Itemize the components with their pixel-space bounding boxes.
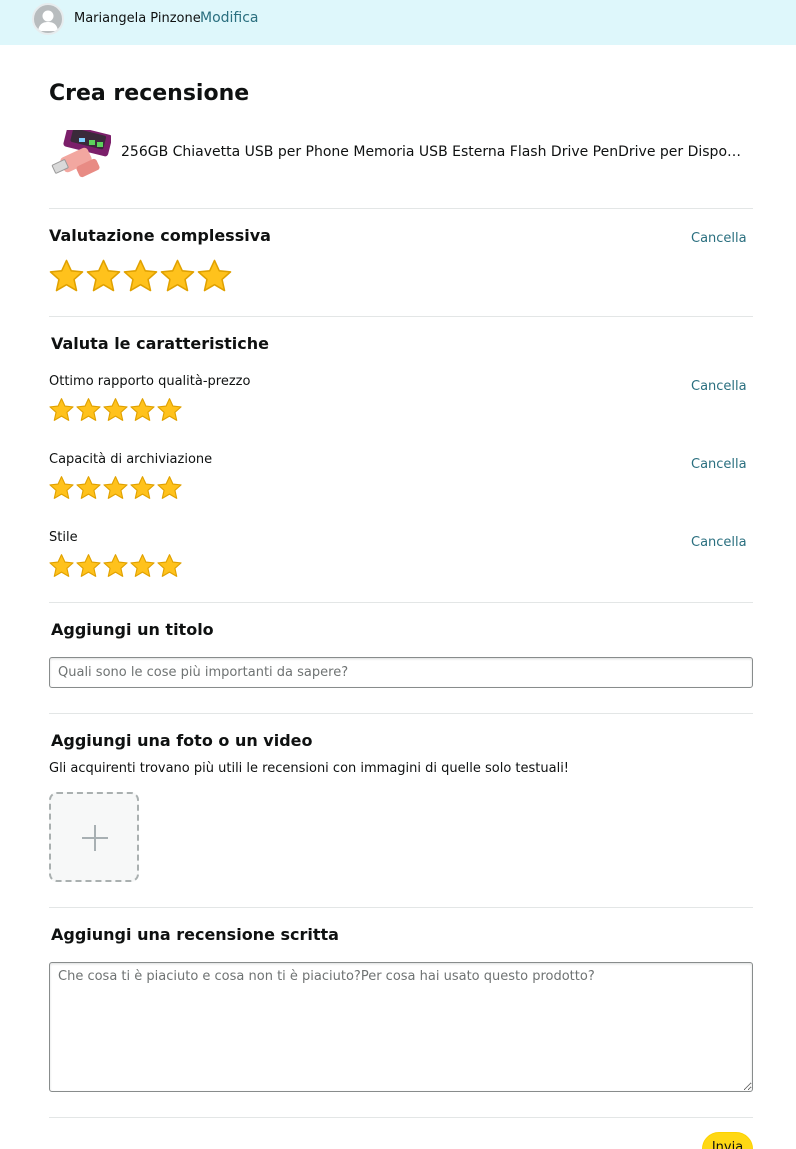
star-icon[interactable] (129, 553, 156, 578)
overall-rating-heading: Valutazione complessiva (49, 226, 271, 245)
star-icon[interactable] (102, 475, 129, 500)
star-icon[interactable] (156, 475, 183, 500)
feature-storage-stars[interactable] (48, 475, 183, 500)
submit-button[interactable]: Invia (702, 1132, 753, 1149)
divider (49, 602, 753, 603)
feature-value-stars[interactable] (48, 397, 183, 422)
star-icon[interactable] (102, 553, 129, 578)
divider (49, 1117, 753, 1118)
overall-rating-stars[interactable] (48, 258, 233, 293)
star-icon[interactable] (196, 258, 233, 293)
feature-style-clear-button[interactable]: Cancella (691, 535, 747, 550)
star-icon[interactable] (156, 397, 183, 422)
feature-label-style: Stile (49, 530, 78, 545)
divider (49, 208, 753, 209)
usb-flash-drive-image (49, 130, 111, 184)
star-icon[interactable] (122, 258, 159, 293)
add-media-button[interactable] (49, 792, 139, 882)
top-bar: Mariangela Pinzone Modifica (0, 0, 796, 45)
feature-storage-clear-button[interactable]: Cancella (691, 457, 747, 472)
divider (49, 316, 753, 317)
star-icon[interactable] (129, 475, 156, 500)
star-icon[interactable] (48, 397, 75, 422)
star-icon[interactable] (48, 258, 85, 293)
star-icon[interactable] (75, 553, 102, 578)
user-avatar-icon (32, 3, 64, 35)
edit-profile-link[interactable]: Modifica (200, 10, 259, 26)
star-icon[interactable] (156, 553, 183, 578)
user-name: Mariangela Pinzone (74, 11, 201, 26)
overall-rating-clear-button[interactable]: Cancella (691, 231, 747, 246)
star-icon[interactable] (75, 397, 102, 422)
feature-label-value: Ottimo rapporto qualità-prezzo (49, 374, 251, 389)
star-icon[interactable] (48, 475, 75, 500)
star-icon[interactable] (129, 397, 156, 422)
star-icon[interactable] (48, 553, 75, 578)
star-icon[interactable] (102, 397, 129, 422)
star-icon[interactable] (85, 258, 122, 293)
written-review-heading: Aggiungi una recensione scritta (51, 925, 339, 944)
divider (49, 713, 753, 714)
media-heading: Aggiungi una foto o un video (51, 731, 313, 750)
features-heading: Valuta le caratteristiche (51, 334, 269, 353)
star-icon[interactable] (159, 258, 196, 293)
written-review-textarea[interactable] (49, 962, 753, 1092)
title-heading: Aggiungi un titolo (51, 620, 214, 639)
feature-value-clear-button[interactable]: Cancella (691, 379, 747, 394)
media-hint: Gli acquirenti trovano più utili le rece… (49, 761, 570, 776)
plus-icon (82, 825, 108, 851)
page-title: Crea recensione (49, 81, 250, 106)
feature-label-storage: Capacità di archiviazione (49, 452, 213, 467)
divider (49, 907, 753, 908)
feature-style-stars[interactable] (48, 553, 183, 578)
review-title-input[interactable] (49, 657, 753, 688)
star-icon[interactable] (75, 475, 102, 500)
product-title: 256GB Chiavetta USB per Phone Memoria US… (121, 144, 746, 160)
